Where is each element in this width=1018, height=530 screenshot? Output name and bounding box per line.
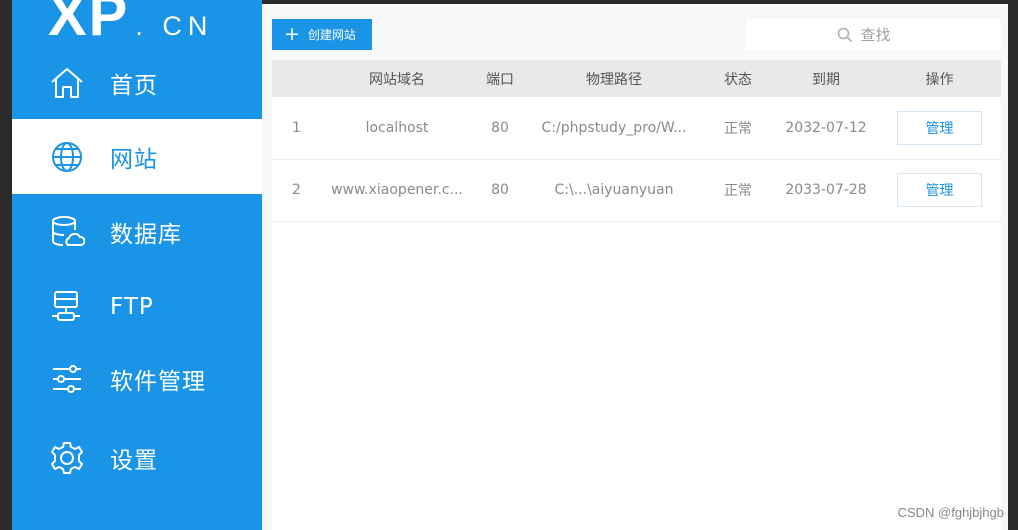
- manage-button[interactable]: 管理: [897, 173, 982, 207]
- table-row: 2 www.xiaopener.c... 80 C:\...\aiyuanyua…: [272, 159, 1001, 221]
- search-input[interactable]: [860, 25, 911, 44]
- table-row: 1 localhost 80 C:/phpstudy_pro/W... 正常 2…: [272, 97, 1001, 159]
- sidebar-item-website[interactable]: 网站: [12, 119, 262, 194]
- sliders-icon: [48, 360, 86, 398]
- row-domain: localhost: [365, 119, 429, 136]
- home-icon: [48, 64, 86, 102]
- row-expiry: 2032-07-12: [785, 119, 867, 136]
- column-header-index: [272, 60, 320, 97]
- database-icon: [48, 213, 86, 251]
- row-path: C:/phpstudy_pro/W...: [541, 119, 687, 136]
- website-table-panel: 网站域名 端口 物理路径 状态 到期 操作 1 localhost 80 C:/…: [272, 60, 1001, 530]
- create-website-button[interactable]: + 创建网站: [272, 19, 372, 50]
- sidebar-item-label: 首页: [110, 72, 158, 99]
- logo: XP. CN: [48, 0, 213, 49]
- sidebar-item-ftp[interactable]: FTP: [12, 269, 262, 344]
- column-header-domain: 网站域名: [369, 71, 425, 88]
- gear-icon: [48, 439, 86, 477]
- search-icon: [837, 27, 852, 42]
- row-port: 80: [491, 119, 509, 136]
- watermark: CSDN @fghjbjhgb: [897, 505, 1004, 520]
- sidebar-item-home[interactable]: 首页: [12, 45, 262, 120]
- create-website-label: 创建网站: [307, 28, 356, 42]
- sidebar-item-label: 软件管理: [110, 368, 206, 395]
- row-index: 2: [292, 182, 301, 198]
- column-header-expiry: 到期: [812, 71, 840, 88]
- row-status: 正常: [724, 120, 752, 137]
- column-header-action: 操作: [925, 71, 954, 88]
- row-expiry: 2033-07-28: [785, 182, 867, 198]
- sidebar-item-label: FTP: [110, 293, 154, 320]
- globe-icon: [48, 138, 86, 176]
- row-action-cell: 管理: [878, 97, 1001, 159]
- row-status: 正常: [724, 183, 752, 199]
- sidebar: XP. CN 首页 网站 数据库 FTP 软件管理 设置: [12, 0, 262, 530]
- logo-main: XP: [48, 0, 130, 48]
- ftp-icon: [48, 288, 86, 326]
- table-header-row: 网站域名 端口 物理路径 状态 到期 操作: [272, 60, 1001, 97]
- sidebar-item-label: 设置: [110, 447, 158, 474]
- sidebar-item-label: 数据库: [110, 221, 182, 248]
- main-content: + 创建网站 网站域名 端口 物理路径 状态 到期 操作: [262, 4, 1008, 530]
- sidebar-item-label: 网站: [110, 146, 158, 173]
- manage-button[interactable]: 管理: [897, 110, 982, 145]
- row-port: 80: [491, 182, 509, 198]
- search-box[interactable]: [746, 19, 1001, 50]
- website-table: 网站域名 端口 物理路径 状态 到期 操作 1 localhost 80 C:/…: [272, 60, 1001, 222]
- logo-suffix: . CN: [135, 11, 214, 41]
- row-index: 1: [292, 119, 301, 136]
- row-action-cell: 管理: [878, 159, 1001, 221]
- sidebar-item-software[interactable]: 软件管理: [12, 341, 262, 416]
- row-path: C:\...\aiyuanyuan: [554, 182, 674, 198]
- sidebar-item-settings[interactable]: 设置: [12, 420, 262, 495]
- column-header-path: 物理路径: [586, 71, 642, 88]
- column-header-port: 端口: [486, 71, 514, 88]
- sidebar-item-database[interactable]: 数据库: [12, 194, 262, 269]
- column-header-status: 状态: [724, 71, 752, 88]
- plus-icon: +: [284, 23, 300, 45]
- row-domain: www.xiaopener.c...: [331, 182, 463, 198]
